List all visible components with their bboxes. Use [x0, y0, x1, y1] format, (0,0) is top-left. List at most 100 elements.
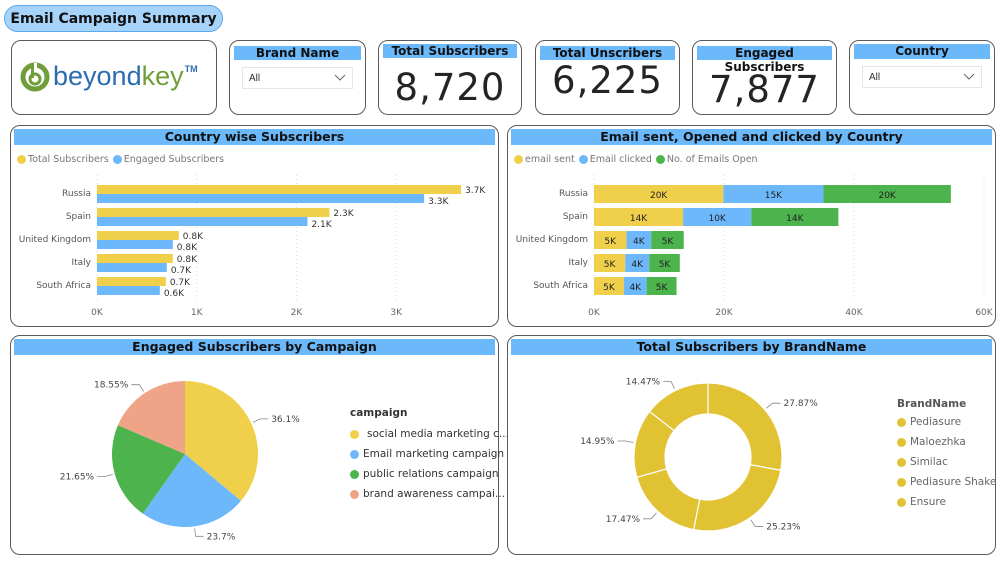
chevron-down-icon: [334, 74, 346, 81]
data-label: 20K: [878, 191, 896, 201]
legend-item-maloezhka[interactable]: Maloezhka: [897, 432, 996, 452]
data-label: 0.8K: [177, 255, 198, 265]
country-subscribers-chart: 0K 1K 2K 3K Russia 3.7K 3.3K Spain 2.3K2.1K Unite…: [19, 175, 486, 318]
bar: [97, 240, 173, 249]
country-slicer: Country All: [849, 40, 995, 115]
subscribers-by-brand-donut: 27.87% 25.23% 17.47% 14.95% 14.47%: [580, 378, 818, 533]
data-label: 4K: [631, 260, 644, 270]
kpi-label-total-subscribers: Total Subscribers: [383, 44, 517, 58]
data-label: 0.8K: [177, 243, 198, 253]
logo-trademark: TM: [184, 63, 198, 74]
legend-label: Similac: [910, 456, 948, 468]
legend-dot: [350, 469, 359, 479]
logo-card: beyondkey TM: [11, 40, 217, 115]
legend-dot: [350, 449, 359, 459]
slice-label: 36.1%: [271, 415, 300, 425]
legend-label: Email marketing campaign: [363, 448, 505, 460]
kpi-value-total-subscribers: 8,720: [394, 66, 506, 109]
data-label: 3.7K: [465, 186, 486, 196]
legend-dot: [897, 477, 906, 487]
bar: [97, 286, 160, 295]
x-tick-label: 40K: [845, 308, 863, 318]
data-label: 0.8K: [183, 232, 204, 242]
data-label: 10K: [708, 214, 726, 224]
data-label: 15K: [765, 191, 783, 201]
legend-label: public relations campaign: [363, 468, 499, 480]
chevron-down-icon: [963, 73, 975, 80]
legend-label: Pediasure: [910, 416, 962, 428]
data-label: 0.6K: [164, 289, 185, 299]
x-tick-label: 3K: [390, 308, 403, 318]
category-label: South Africa: [36, 281, 91, 291]
x-tick-label: 0K: [588, 308, 601, 318]
legend-label: social media marketing c...: [367, 428, 509, 440]
legend-item-pediasure-shake[interactable]: Pediasure Shake: [897, 472, 996, 492]
brand-name-slicer: Brand Name All: [229, 40, 366, 115]
kpi-value-total-unsubscribers: 6,225: [552, 59, 663, 102]
x-tick-label: 20K: [715, 308, 733, 318]
leader-line: [131, 384, 145, 392]
leader-line: [252, 418, 269, 423]
x-tick-label: 2K: [291, 308, 304, 318]
country-slicer-label: Country: [854, 44, 990, 59]
engaged-by-campaign-pie: 36.1% 23.7% 21.65% 18.55%: [60, 381, 300, 543]
data-label: 5K: [656, 283, 669, 293]
category-label: Spain: [66, 212, 91, 222]
kpi-label-total-unsubscribers: Total Unscribers: [540, 46, 675, 60]
legend-item-social-media[interactable]: social media marketing c...: [350, 424, 509, 444]
slice-label: 17.47%: [606, 515, 641, 525]
kpi-label-engaged-subscribers: Engaged Subscribers: [697, 46, 832, 74]
data-label: 3.3K: [428, 197, 449, 207]
category-label: Russia: [62, 189, 91, 199]
legend-dot: [897, 437, 906, 447]
pie-slice: [707, 382, 783, 471]
legend-item-brand-awareness[interactable]: brand awareness campai...: [350, 484, 509, 504]
legend-item-ensure[interactable]: Ensure: [897, 492, 996, 512]
category-label: Spain: [563, 212, 588, 222]
data-label: 2.3K: [333, 209, 354, 219]
page-title: Email Campaign Summary: [4, 5, 223, 32]
legend-label: Ensure: [910, 496, 946, 508]
legend-item-pediasure[interactable]: Pediasure: [897, 412, 996, 432]
logo-text-main: beyond: [53, 61, 142, 91]
data-label: 5K: [662, 237, 675, 247]
data-label: 4K: [629, 283, 642, 293]
logo-mark-icon: [20, 62, 50, 91]
slice-label: 25.23%: [766, 522, 801, 532]
bar: [97, 208, 330, 217]
kpi-card-total-subscribers: Total Subscribers 8,720: [378, 40, 522, 115]
brand-name-dropdown[interactable]: All: [242, 67, 353, 89]
country-dropdown[interactable]: All: [862, 66, 982, 88]
beyondkey-logo: beyondkey TM: [20, 61, 198, 92]
data-label: 5K: [659, 260, 672, 270]
legend-item-similac[interactable]: Similac: [897, 452, 996, 472]
bar: [97, 277, 166, 286]
bar: [97, 254, 173, 263]
legend-dot: [350, 429, 359, 439]
category-label: Russia: [559, 189, 588, 199]
leader-line: [194, 528, 204, 537]
kpi-card-engaged-subscribers: Engaged Subscribers 7,877: [692, 40, 837, 115]
leader-line: [97, 473, 113, 477]
brand-name-slicer-label: Brand Name: [234, 46, 361, 60]
email-by-country-card: Email sent, Opened and clicked by Countr…: [507, 125, 996, 327]
kpi-value-engaged-subscribers: 7,877: [709, 68, 820, 111]
bar: [97, 185, 462, 194]
legend-item-public-relations[interactable]: public relations campaign: [350, 464, 509, 484]
category-label: United Kingdom: [516, 235, 588, 245]
bar: [97, 263, 167, 272]
leader-line: [617, 440, 634, 443]
slice-label: 18.55%: [94, 381, 129, 391]
subscribers-by-brand-legend: BrandName Pediasure Maloezhka Similac Pe…: [897, 398, 996, 512]
legend-title: campaign: [350, 407, 408, 419]
country-dropdown-value: All: [869, 71, 881, 83]
legend-label: brand awareness campai...: [363, 488, 505, 500]
data-label: 2.1K: [311, 220, 332, 230]
kpi-card-total-unsubscribers: Total Unscribers 6,225: [535, 40, 680, 115]
legend-item-email-marketing[interactable]: Email marketing campaign: [350, 444, 509, 464]
country-subscribers-card: Country wise Subscribers Total Subscribe…: [10, 125, 499, 327]
category-label: United Kingdom: [19, 235, 91, 245]
pie-slice: [692, 464, 782, 532]
data-label: 5K: [603, 283, 616, 293]
legend-dot: [897, 497, 906, 507]
